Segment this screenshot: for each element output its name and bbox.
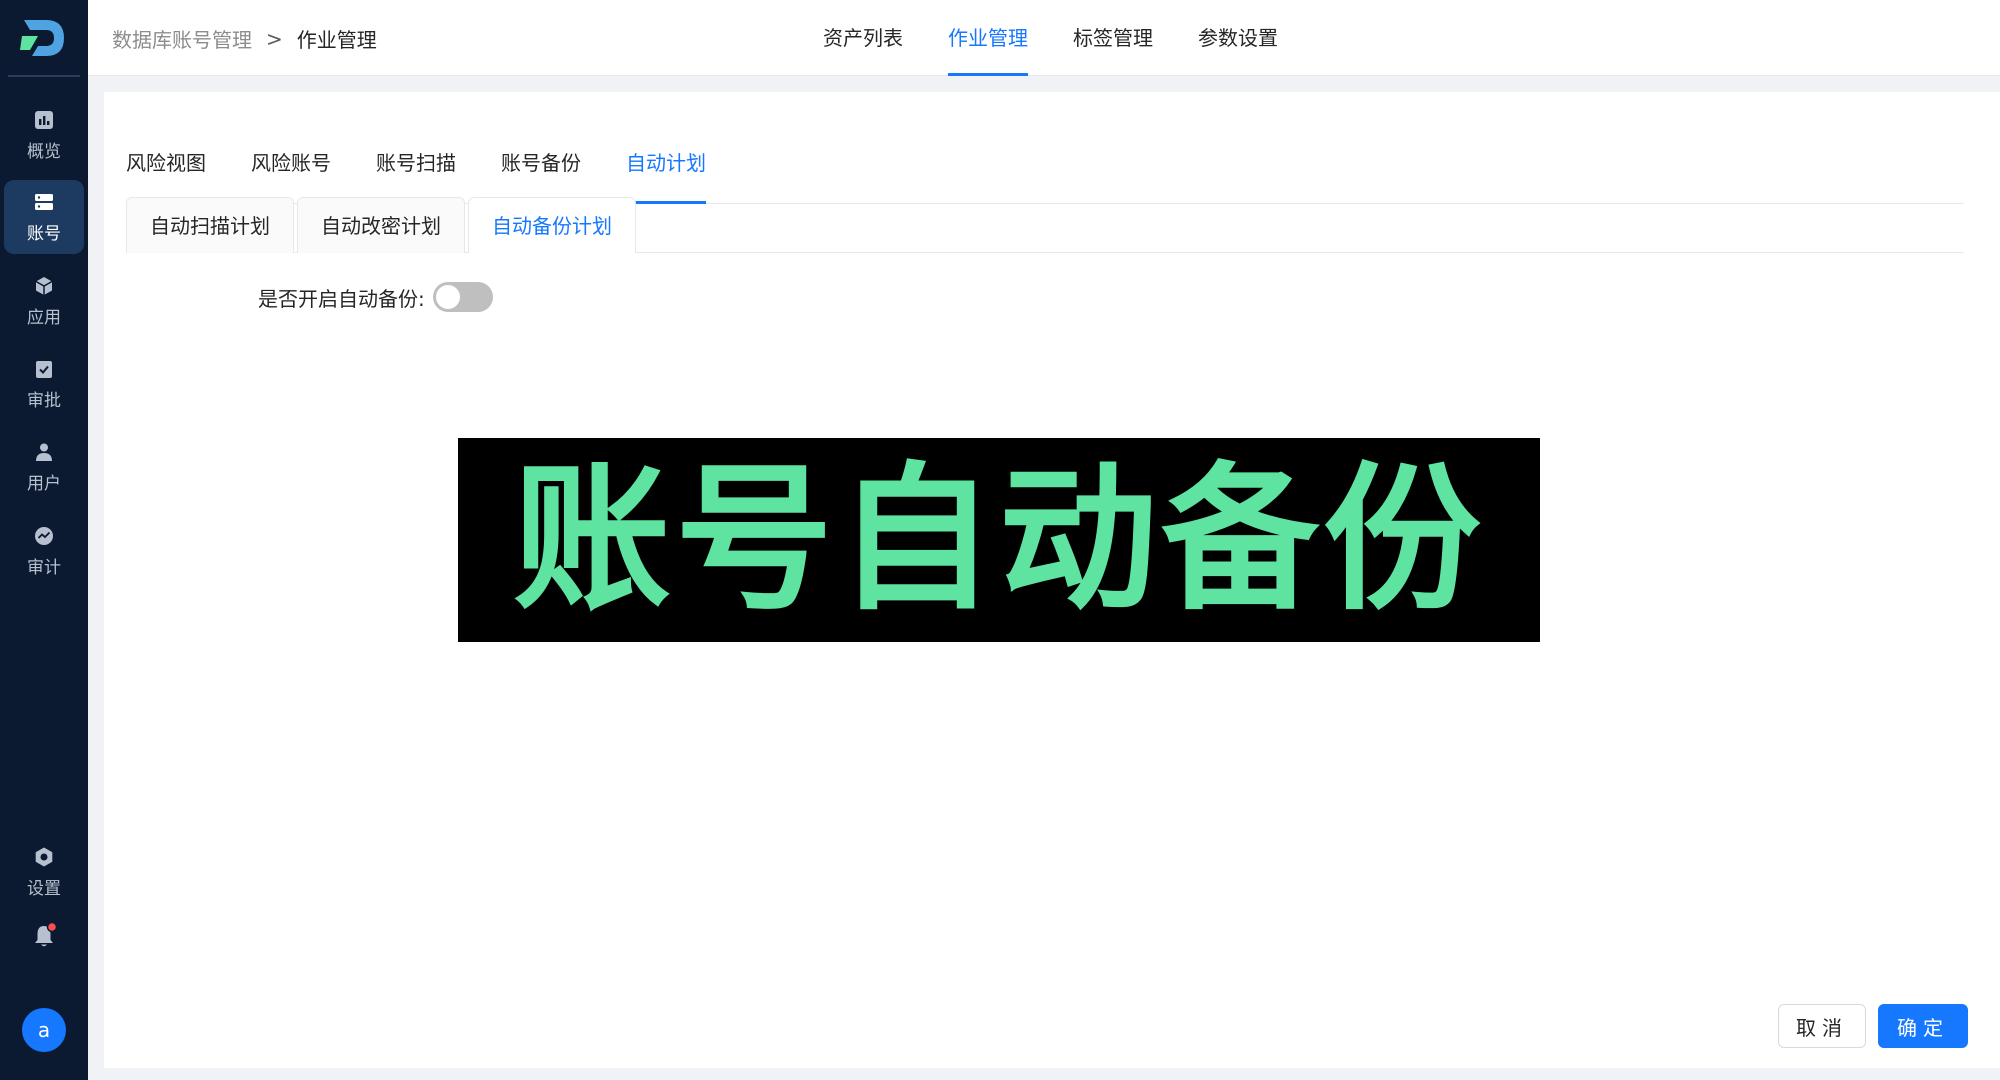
primary-tabs: 风险视图 风险账号 账号扫描 账号备份 自动计划 (126, 122, 1964, 204)
settings-label: 设置 (27, 878, 61, 899)
tab-account-backup[interactable]: 账号备份 (501, 122, 581, 204)
top-nav-asset-list[interactable]: 资产列表 (823, 0, 903, 76)
sidebar-item-label: 账号 (27, 223, 61, 244)
sidebar-item-apps[interactable]: 应用 (0, 264, 88, 338)
title-banner: 账号自动备份 (458, 438, 1540, 642)
switch-knob (435, 285, 460, 309)
subtab-auto-password-change-plan[interactable]: 自动改密计划 (297, 197, 465, 253)
app-root: 概览 账号 应用 审批 用户 审计 设置 a 数据库账号管理 > 作业管理 资产… (0, 0, 2000, 1080)
breadcrumb-current: 作业管理 (296, 28, 377, 52)
top-nav: 资产列表 作业管理 标签管理 参数设置 (823, 0, 1323, 76)
cube-icon (35, 276, 53, 295)
sidebar-item-label: 用户 (27, 473, 61, 494)
breadcrumb-separator: > (266, 26, 283, 51)
top-nav-tag-management[interactable]: 标签管理 (1073, 0, 1153, 76)
bar-chart-icon (35, 110, 53, 129)
bell-icon[interactable] (30, 922, 58, 950)
breadcrumb: 数据库账号管理 > 作业管理 (112, 24, 377, 53)
tab-account-scan[interactable]: 账号扫描 (376, 122, 456, 204)
sidebar-item-settings[interactable]: 设置 (0, 835, 88, 909)
server-icon (35, 193, 53, 210)
sidebar-item-users[interactable]: 用户 (0, 430, 88, 504)
sidebar: 概览 账号 应用 审批 用户 审计 设置 a (0, 0, 88, 1080)
tab-risk-view[interactable]: 风险视图 (126, 122, 206, 204)
main-card: 风险视图 风险账号 账号扫描 账号备份 自动计划 自动扫描计划 自动改密计划 自… (104, 92, 2000, 1068)
breadcrumb-parent[interactable]: 数据库账号管理 (112, 24, 252, 53)
top-nav-job-management[interactable]: 作业管理 (948, 0, 1028, 76)
sidebar-item-overview[interactable]: 概览 (0, 98, 88, 172)
auto-backup-toggle-row: 是否开启自动备份: (258, 280, 493, 314)
clipboard-check-icon (36, 360, 52, 378)
sidebar-item-label: 审批 (27, 390, 61, 411)
gear-icon (35, 847, 53, 866)
app-logo[interactable] (18, 14, 70, 62)
sidebar-item-label: 审计 (27, 557, 61, 578)
sidebar-item-label: 概览 (27, 141, 61, 162)
auto-backup-switch[interactable] (432, 282, 493, 312)
top-header: 数据库账号管理 > 作业管理 资产列表 作业管理 标签管理 参数设置 (88, 0, 2000, 76)
notification-badge (46, 922, 58, 933)
sidebar-item-label: 应用 (27, 307, 61, 328)
user-avatar[interactable]: a (22, 1008, 66, 1052)
cancel-button[interactable]: 取消 (1778, 1004, 1866, 1048)
subtab-auto-backup-plan[interactable]: 自动备份计划 (468, 197, 636, 253)
sidebar-item-audit[interactable]: 审计 (0, 514, 88, 588)
subtab-auto-scan-plan[interactable]: 自动扫描计划 (126, 197, 294, 253)
trend-circle-icon (35, 526, 53, 545)
secondary-tabs: 自动扫描计划 自动改密计划 自动备份计划 (126, 197, 1964, 253)
user-icon (36, 443, 52, 461)
sidebar-item-approval[interactable]: 审批 (0, 347, 88, 421)
top-nav-parameter-settings[interactable]: 参数设置 (1198, 0, 1278, 76)
tab-risk-accounts[interactable]: 风险账号 (251, 122, 331, 204)
confirm-button[interactable]: 确定 (1878, 1004, 1968, 1048)
avatar-letter: a (37, 1018, 51, 1042)
tab-auto-plan[interactable]: 自动计划 (626, 122, 706, 204)
auto-backup-toggle-label: 是否开启自动备份: (258, 286, 425, 311)
sidebar-item-accounts[interactable]: 账号 (4, 180, 84, 254)
logo-divider (8, 75, 80, 77)
